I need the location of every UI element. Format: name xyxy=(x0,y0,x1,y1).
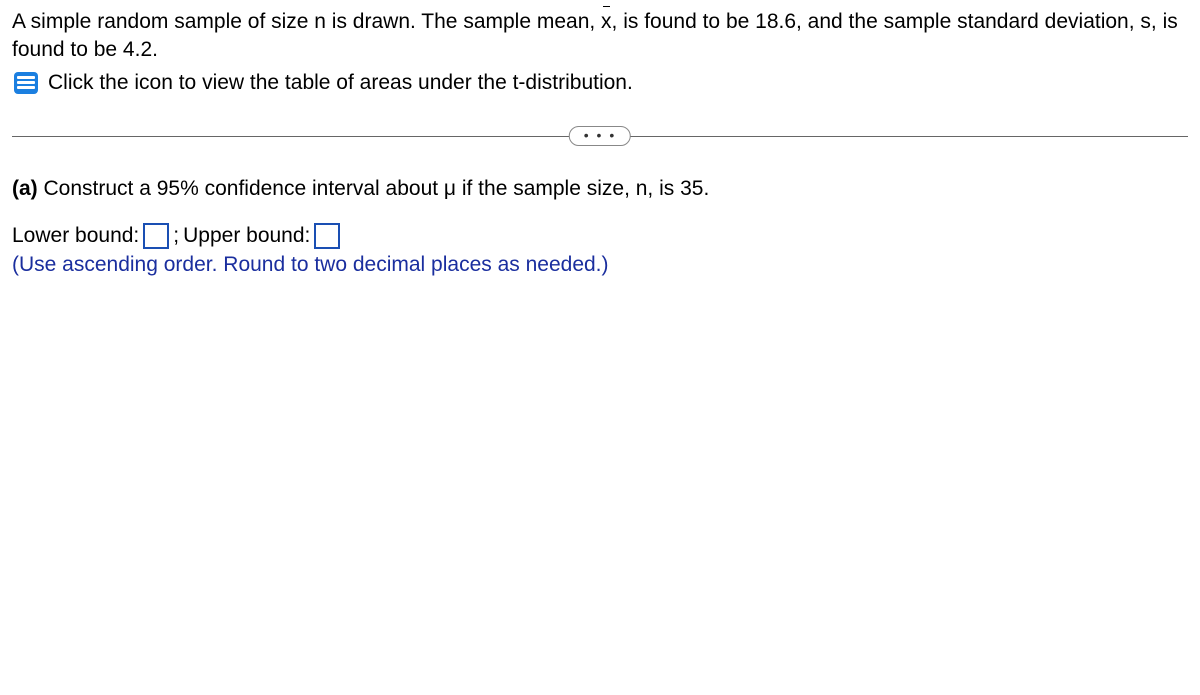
table-icon xyxy=(12,69,40,97)
answer-row: Lower bound: ; Upper bound: xyxy=(12,223,1188,249)
lower-bound-label: Lower bound: xyxy=(12,224,139,248)
problem-text-before: A simple random sample of size n is draw… xyxy=(12,10,601,33)
part-text: Construct a 95% confidence interval abou… xyxy=(38,177,710,200)
problem-statement: A simple random sample of size n is draw… xyxy=(12,8,1188,65)
table-link-row[interactable]: Click the icon to view the table of area… xyxy=(12,69,1188,97)
section-divider: • • • xyxy=(12,125,1188,147)
rounding-instruction: (Use ascending order. Round to two decim… xyxy=(12,253,1188,277)
upper-bound-label: Upper bound: xyxy=(183,224,310,248)
lower-bound-input[interactable] xyxy=(143,223,169,249)
semicolon-separator: ; xyxy=(173,224,179,248)
x-bar-symbol: x xyxy=(601,8,612,36)
table-link-text: Click the icon to view the table of area… xyxy=(48,71,633,95)
expand-button[interactable]: • • • xyxy=(569,126,631,146)
part-label: (a) xyxy=(12,177,38,200)
upper-bound-input[interactable] xyxy=(314,223,340,249)
question-part-a: (a) Construct a 95% confidence interval … xyxy=(12,177,1188,201)
